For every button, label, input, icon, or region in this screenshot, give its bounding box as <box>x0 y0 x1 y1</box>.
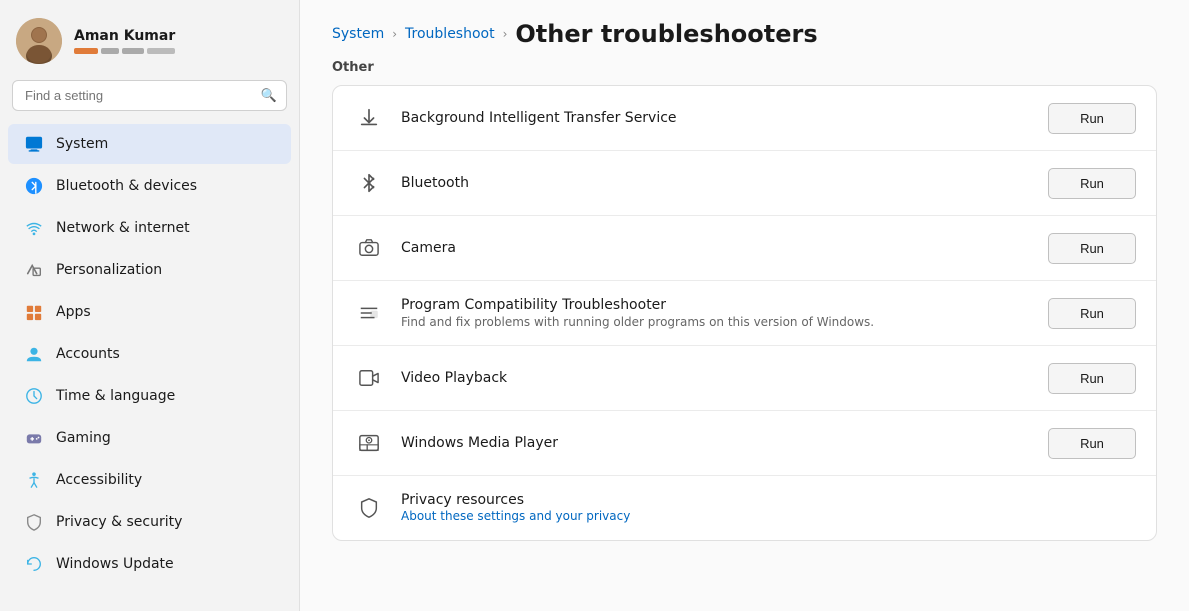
section-label: Other <box>332 60 1157 75</box>
troubleshooter-row-privacy: Privacy resources About these settings a… <box>333 476 1156 540</box>
breadcrumb-sep-2: › <box>503 27 508 41</box>
bits-name: Background Intelligent Transfer Service <box>401 110 1032 126</box>
system-icon <box>24 134 44 154</box>
bt-icon <box>353 167 385 199</box>
troubleshooter-row-camera: Camera Run <box>333 216 1156 281</box>
sidebar-item-accounts[interactable]: Accounts <box>8 334 291 374</box>
compat-name: Program Compatibility Troubleshooter <box>401 297 1032 313</box>
breadcrumb: System › Troubleshoot › Other troublesho… <box>332 20 1157 48</box>
sidebar-item-label-privacy: Privacy & security <box>56 514 182 530</box>
sidebar-item-label-network: Network & internet <box>56 220 190 236</box>
sidebar-item-update[interactable]: Windows Update <box>8 544 291 584</box>
network-icon <box>24 218 44 238</box>
media-run-button[interactable]: Run <box>1048 428 1136 459</box>
profile-bars <box>74 48 175 54</box>
profile-info: Aman Kumar <box>74 28 175 54</box>
personalization-icon <box>24 260 44 280</box>
bits-run-button[interactable]: Run <box>1048 103 1136 134</box>
time-icon <box>24 386 44 406</box>
compat-info: Program Compatibility Troubleshooter Fin… <box>401 297 1032 329</box>
bits-icon <box>353 102 385 134</box>
privacy-res-name: Privacy resources <box>401 492 1136 508</box>
camera-info: Camera <box>401 240 1032 256</box>
sidebar: Aman Kumar 🔍 System <box>0 0 300 611</box>
sidebar-item-privacy[interactable]: Privacy & security <box>8 502 291 542</box>
sidebar-item-label-system: System <box>56 136 108 152</box>
username: Aman Kumar <box>74 28 175 44</box>
sidebar-item-system[interactable]: System <box>8 124 291 164</box>
bt-name: Bluetooth <box>401 175 1032 191</box>
media-icon <box>353 427 385 459</box>
troubleshooter-row-video: Video Playback Run <box>333 346 1156 411</box>
breadcrumb-troubleshoot[interactable]: Troubleshoot <box>405 26 495 42</box>
breadcrumb-current: Other troubleshooters <box>515 20 817 48</box>
breadcrumb-sep-1: › <box>392 27 397 41</box>
video-run-button[interactable]: Run <box>1048 363 1136 394</box>
accessibility-icon <box>24 470 44 490</box>
sidebar-item-network[interactable]: Network & internet <box>8 208 291 248</box>
sidebar-item-label-time: Time & language <box>56 388 175 404</box>
troubleshooter-row-bits: Background Intelligent Transfer Service … <box>333 86 1156 151</box>
privacy-res-icon <box>353 492 385 524</box>
troubleshooter-row-compat: Program Compatibility Troubleshooter Fin… <box>333 281 1156 346</box>
avatar <box>16 18 62 64</box>
video-icon <box>353 362 385 394</box>
sidebar-item-label-apps: Apps <box>56 304 91 320</box>
video-name: Video Playback <box>401 370 1032 386</box>
sidebar-item-accessibility[interactable]: Accessibility <box>8 460 291 500</box>
profile-section: Aman Kumar <box>0 0 299 76</box>
bits-info: Background Intelligent Transfer Service <box>401 110 1032 126</box>
camera-run-button[interactable]: Run <box>1048 233 1136 264</box>
sidebar-item-label-accounts: Accounts <box>56 346 120 362</box>
search-container: 🔍 <box>12 80 287 111</box>
sidebar-item-label-gaming: Gaming <box>56 430 111 446</box>
troubleshooter-row-media: Windows Media Player Run <box>333 411 1156 476</box>
video-info: Video Playback <box>401 370 1032 386</box>
bt-info: Bluetooth <box>401 175 1032 191</box>
bluetooth-run-button[interactable]: Run <box>1048 168 1136 199</box>
search-input[interactable] <box>12 80 287 111</box>
sidebar-item-apps[interactable]: Apps <box>8 292 291 332</box>
sidebar-item-label-update: Windows Update <box>56 556 174 572</box>
media-name: Windows Media Player <box>401 435 1032 451</box>
search-icon: 🔍 <box>261 88 277 103</box>
main-content: System › Troubleshoot › Other troublesho… <box>300 0 1189 611</box>
compat-icon <box>353 297 385 329</box>
gaming-icon <box>24 428 44 448</box>
camera-icon <box>353 232 385 264</box>
bluetooth-icon <box>24 176 44 196</box>
sidebar-item-time[interactable]: Time & language <box>8 376 291 416</box>
troubleshooter-list: Background Intelligent Transfer Service … <box>332 85 1157 541</box>
breadcrumb-system[interactable]: System <box>332 26 384 42</box>
compat-desc: Find and fix problems with running older… <box>401 315 1032 329</box>
privacy-res-link[interactable]: About these settings and your privacy <box>401 509 630 523</box>
sidebar-item-label-accessibility: Accessibility <box>56 472 142 488</box>
apps-icon <box>24 302 44 322</box>
camera-name: Camera <box>401 240 1032 256</box>
sidebar-item-bluetooth[interactable]: Bluetooth & devices <box>8 166 291 206</box>
sidebar-item-gaming[interactable]: Gaming <box>8 418 291 458</box>
privacy-icon <box>24 512 44 532</box>
sidebar-item-personalization[interactable]: Personalization <box>8 250 291 290</box>
accounts-icon <box>24 344 44 364</box>
sidebar-item-label-personalization: Personalization <box>56 262 162 278</box>
troubleshooter-row-bluetooth: Bluetooth Run <box>333 151 1156 216</box>
sidebar-item-label-bluetooth: Bluetooth & devices <box>56 178 197 194</box>
compat-run-button[interactable]: Run <box>1048 298 1136 329</box>
privacy-res-info: Privacy resources About these settings a… <box>401 492 1136 524</box>
sidebar-nav: System Bluetooth & devices Network & <box>0 119 299 589</box>
update-icon <box>24 554 44 574</box>
media-info: Windows Media Player <box>401 435 1032 451</box>
